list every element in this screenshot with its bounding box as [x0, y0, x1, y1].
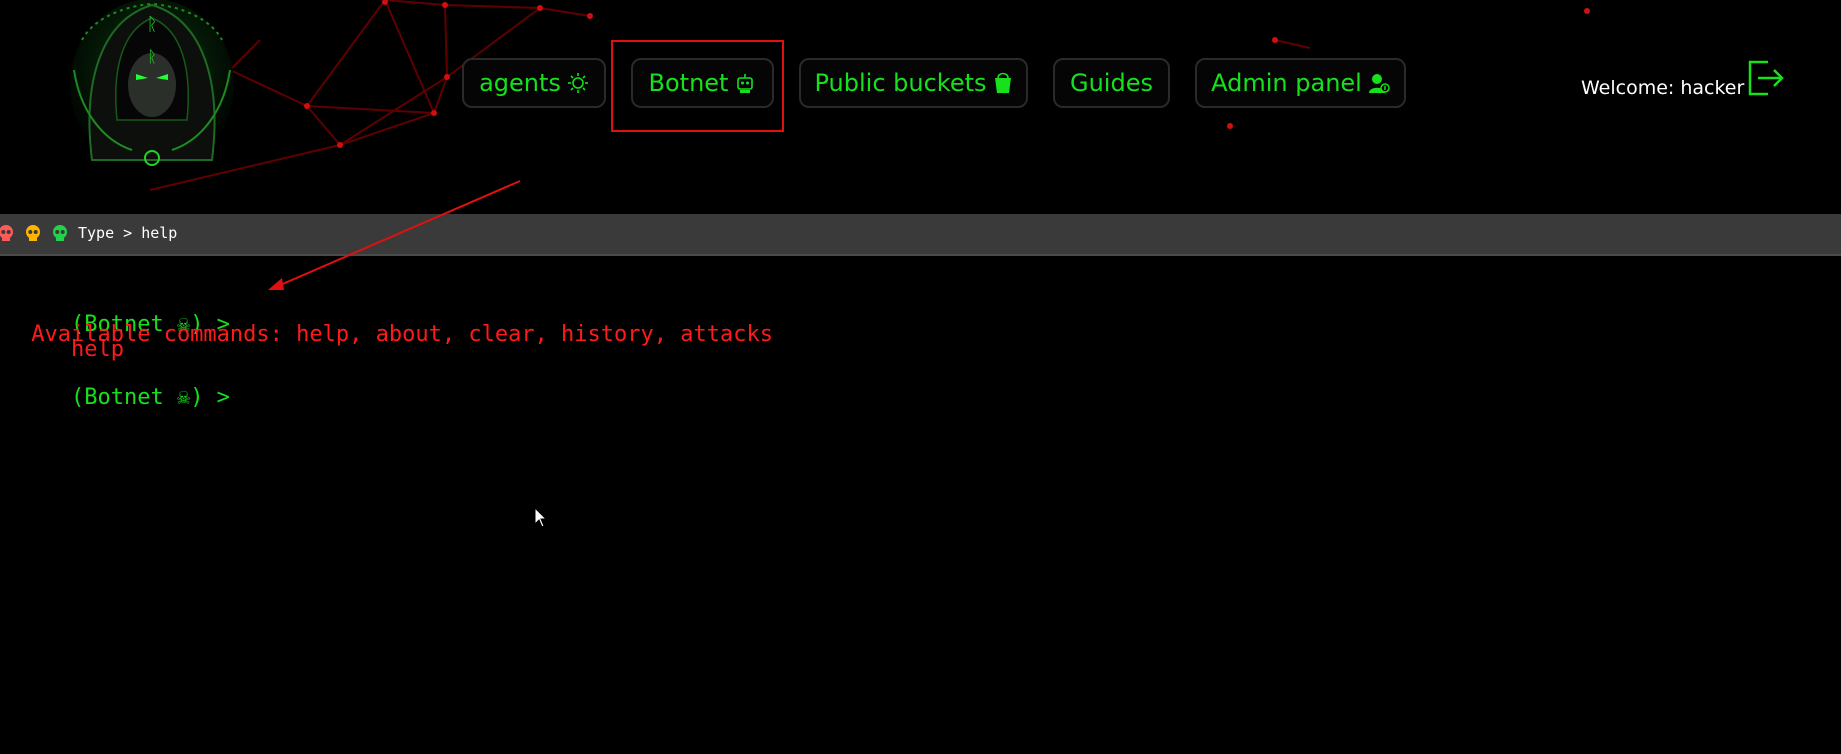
nav-botnet-button[interactable]: Botnet	[631, 58, 774, 108]
skull-green-icon[interactable]	[51, 224, 69, 242]
svg-text:ᚱ: ᚱ	[147, 14, 158, 35]
page: ᚱ ᚱ agents Botnet Public buckets Guides …	[0, 0, 1841, 754]
logout-icon[interactable]	[1746, 58, 1786, 98]
hooded-figure-logo[interactable]: ᚱ ᚱ	[62, 0, 242, 175]
admin-user-icon	[1368, 72, 1390, 94]
nav-admin-panel-label: Admin panel	[1211, 69, 1362, 97]
nav-guides-button[interactable]: Guides	[1053, 58, 1170, 108]
nav-public-buckets-button[interactable]: Public buckets	[799, 58, 1028, 108]
nav-public-buckets-label: Public buckets	[814, 69, 987, 97]
nav-guides-label: Guides	[1070, 69, 1153, 97]
skull-yellow-icon[interactable]	[24, 224, 42, 242]
bucket-icon	[993, 72, 1013, 94]
terminal-title-bar: Type > help	[0, 214, 1841, 256]
mouse-cursor-icon	[534, 507, 548, 528]
sun-icon	[567, 72, 589, 94]
nav-agents-label: agents	[479, 69, 561, 97]
welcome-text: Welcome: hacker	[1581, 77, 1745, 99]
nav-agents-button[interactable]: agents	[462, 58, 606, 108]
terminal-line[interactable]: (Botnet ☠) >	[18, 360, 230, 460]
skull-red-icon[interactable]	[0, 224, 15, 242]
nav-admin-panel-button[interactable]: Admin panel	[1195, 58, 1406, 108]
svg-text:ᚱ: ᚱ	[147, 47, 157, 66]
nav-botnet-label: Botnet	[648, 69, 729, 97]
terminal-title-text: Type > help	[78, 224, 178, 242]
terminal-prompt: (Botnet ☠) >	[70, 385, 230, 410]
robot-icon	[734, 72, 756, 94]
terminal-output: Available commands: help, about, clear, …	[18, 322, 773, 347]
